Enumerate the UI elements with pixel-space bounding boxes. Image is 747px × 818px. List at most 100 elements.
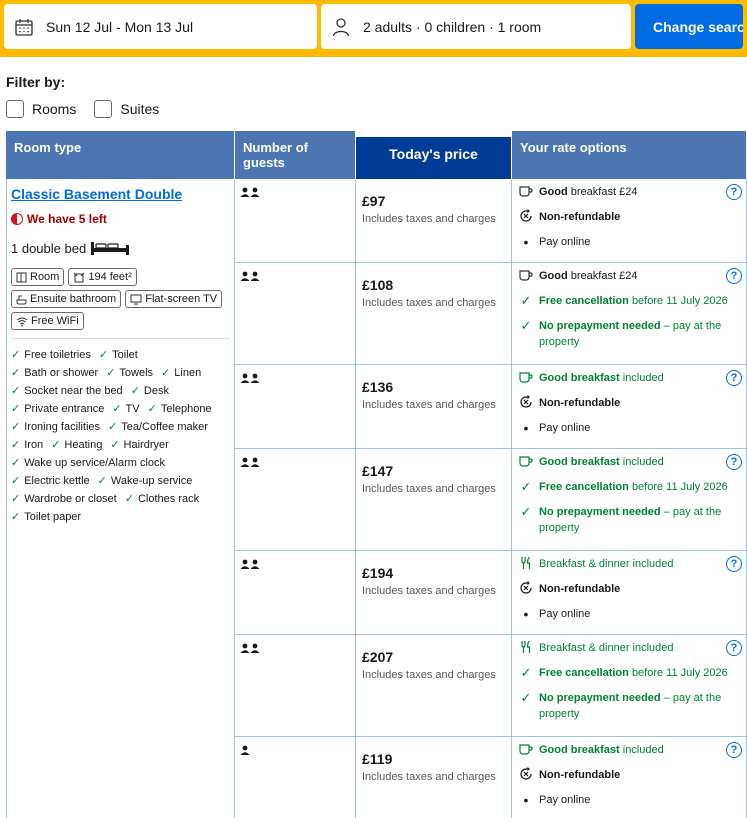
guests-cell (235, 635, 356, 736)
guest-icon (240, 557, 250, 572)
check-icon: ✓ (11, 421, 21, 433)
suites-checkbox[interactable] (94, 100, 113, 118)
help-icon[interactable]: ? (726, 556, 742, 572)
check-icon: ✓ (11, 367, 21, 379)
tag-wifi: Free WiFi (11, 312, 84, 330)
check-icon: ✓ (11, 475, 21, 487)
facility-label: TV (125, 403, 140, 415)
guests-cell (235, 449, 356, 550)
facility-item: ✓ Wake-up service (98, 473, 193, 489)
rate-condition: Non-refundable (539, 397, 621, 409)
rate-condition: No prepayment needed (539, 506, 661, 518)
price-taxes-note: Includes taxes and charges (362, 399, 496, 411)
rate-condition-line: Non-refundable (518, 581, 740, 597)
tag-wifi-label: Free WiFi (31, 315, 79, 327)
filter-title: Filter by: (6, 74, 66, 90)
price-cell: £119 Includes taxes and charges (356, 737, 512, 818)
rate-row: £194 Includes taxes and charges Breakfast … (235, 551, 747, 635)
facility-list: ✓ Free toiletries ✓ Toilet ✓ Bath or shower ✓ T… (11, 347, 230, 525)
facility-label: Clothes rack (137, 493, 200, 505)
guest-icon (250, 371, 260, 386)
price-taxes-note: Includes taxes and charges (362, 483, 496, 495)
price-cell: £207 Includes taxes and charges (356, 635, 512, 736)
price-value: £119 (362, 751, 393, 767)
check-icon: ✓ (112, 403, 122, 415)
facility-label: Private entrance (24, 403, 105, 415)
rate-condition: Pay online (539, 236, 591, 248)
price-cell: £97 Includes taxes and charges (356, 179, 512, 262)
availability-text: We have 5 left (27, 212, 107, 226)
tag-room-label: Room (30, 271, 60, 283)
check-icon: ✓ (11, 511, 21, 523)
check-icon: ✓ (161, 367, 171, 379)
facility-item: ✓ Bath or shower (11, 365, 98, 381)
guest-icons (240, 557, 350, 572)
fork-knife-icon (520, 556, 530, 569)
meal-quality: Good breakfast (539, 744, 620, 756)
guest-icon (250, 557, 260, 572)
guest-icons (240, 185, 350, 200)
fork-knife-icon (520, 640, 530, 653)
rate-condition-line: • Pay online (518, 606, 740, 622)
filter-rooms[interactable]: Rooms (6, 100, 76, 118)
check-icon: ✓ (520, 690, 532, 705)
occupancy-picker[interactable]: 2 adults · 0 children · 1 room (321, 4, 631, 49)
facility-label: Iron (24, 439, 44, 451)
occupancy-text: 2 adults · 0 children · 1 room (363, 18, 542, 35)
guest-icon (240, 641, 250, 656)
help-icon[interactable]: ? (726, 184, 742, 200)
facility-item: ✓ Wake up service/Alarm clock (11, 455, 165, 471)
price-value: £97 (362, 193, 386, 209)
meal-option: Good breakfast included (518, 742, 740, 758)
help-icon[interactable]: ? (726, 742, 742, 758)
coffee-cup-icon (519, 270, 533, 281)
help-icon[interactable]: ? (726, 640, 742, 656)
rate-condition-line: • Pay online (518, 234, 740, 250)
rate-condition-detail: before 11 July 2026 (631, 295, 728, 307)
facility-label: Bath or shower (24, 367, 99, 379)
guest-icon (250, 455, 260, 470)
facility-item: ✓ Tea/Coffee maker (108, 419, 208, 435)
room-name-link[interactable]: Classic Basement Double (11, 186, 230, 202)
rate-condition-detail: before 11 July 2026 (631, 481, 728, 493)
filter-rooms-label: Rooms (32, 101, 77, 117)
filter-suites[interactable]: Suites (94, 100, 159, 118)
check-icon: ✓ (11, 385, 21, 397)
facility-label: Free toiletries (24, 349, 91, 361)
help-icon[interactable]: ? (726, 268, 742, 284)
bullet-icon: • (523, 234, 529, 250)
rate-condition-line: ✓ Free cancellation before 11 July 2026 (518, 293, 740, 309)
check-icon: ✓ (11, 457, 21, 469)
guests-cell (235, 263, 356, 364)
bullet-icon: • (523, 420, 529, 436)
rooms-checkbox[interactable] (6, 100, 24, 118)
facility-item: ✓ Ironing facilities (11, 419, 100, 435)
rate-condition: Pay online (539, 794, 591, 806)
tag-ensuite: Ensuite bathroom (11, 290, 122, 308)
guests-cell (235, 551, 356, 634)
price-value: £108 (362, 277, 394, 293)
rate-condition: Non-refundable (539, 583, 621, 595)
meal-detail: included (622, 372, 664, 384)
filter-options: Rooms Suites (6, 100, 159, 118)
rate-condition: Non-refundable (539, 211, 621, 223)
non-refundable-icon (520, 395, 532, 408)
facility-label: Toilet paper (24, 511, 82, 523)
guest-icons (240, 743, 350, 758)
rate-options-cell: Good breakfast included Non-refundable • Pa… (512, 365, 747, 448)
coffee-cup-icon (519, 186, 533, 197)
date-picker[interactable]: Sun 12 Jul - Mon 13 Jul (4, 4, 317, 49)
help-icon[interactable]: ? (726, 370, 742, 386)
non-refundable-icon (520, 581, 532, 594)
rate-condition-line: ✓ Free cancellation before 11 July 2026 (518, 479, 740, 495)
guest-icon (240, 371, 250, 386)
guest-icon (250, 185, 260, 200)
rate-row: £147 Includes taxes and charges Good break… (235, 449, 747, 551)
room-type-cell: Classic Basement Double We have 5 left 1… (6, 179, 235, 818)
change-search-button[interactable]: Change search (635, 4, 743, 49)
facility-label: Wardrobe or closet (24, 493, 117, 505)
check-icon: ✓ (147, 403, 157, 415)
check-icon: ✓ (108, 421, 118, 433)
meal-detail: Breakfast & dinner included (539, 642, 674, 654)
help-icon[interactable]: ? (726, 454, 742, 470)
